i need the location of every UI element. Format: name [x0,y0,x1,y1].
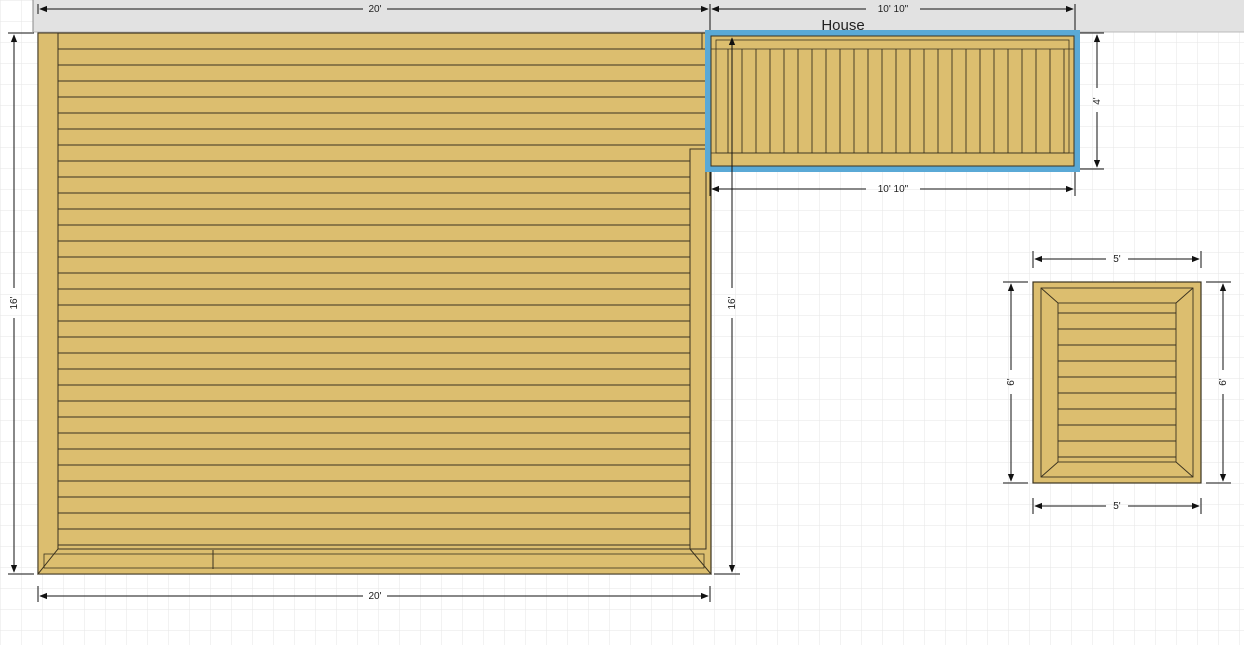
dim-main-width-top-label: 20' [368,4,381,15]
deck-design-canvas[interactable]: House 20' 10' 10" 4' 10' 10" 16' 16' 20'… [0,0,1244,645]
main-deck[interactable] [36,32,713,575]
dim-small-width-bottom-label: 5' [1113,501,1121,512]
dim-small-width-top-label: 5' [1113,254,1121,265]
dim-small-depth-right-label: 6' [1218,378,1229,386]
dim-main-depth-left-label: 16' [9,296,20,309]
dim-main-depth-right-label: 16' [727,296,738,309]
dim-landing-width-bottom-label: 10' 10" [878,184,909,195]
main-deck-surface[interactable] [37,32,712,575]
main-deck-bottom-border [36,548,713,575]
landing-deck-surface[interactable] [710,35,1075,167]
main-deck-right-border [689,148,707,550]
landing-deck[interactable] [705,30,1080,172]
dim-landing-depth-label: 4' [1092,97,1103,105]
plan-svg[interactable]: House 20' 10' 10" 4' 10' 10" 16' 16' 20'… [0,0,1244,645]
dim-landing-width-top-label: 10' 10" [878,4,909,15]
main-deck-left-border [37,32,59,575]
dim-main-width-bottom-label: 20' [368,591,381,602]
house-wall: House [32,0,1244,34]
small-deck[interactable] [1032,281,1202,484]
dim-small-depth-left-label: 6' [1006,378,1017,386]
